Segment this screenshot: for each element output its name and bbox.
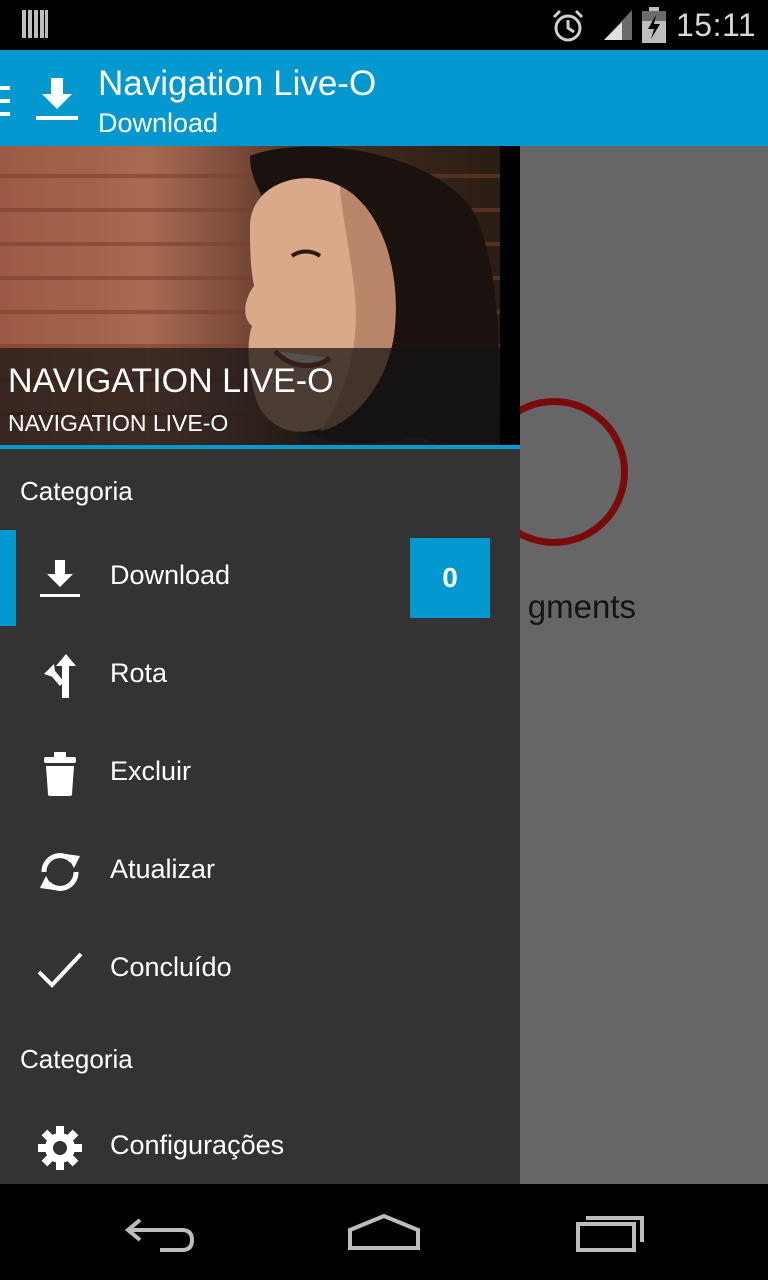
navigation-drawer: NAVIGATION LIVE-O NAVIGATION LIVE-O Cate… [0, 146, 520, 1184]
action-bar: Navigation Live-O Download [0, 50, 768, 146]
app-subtitle: Download [98, 108, 219, 138]
alarm-icon [552, 9, 584, 42]
drawer-header: NAVIGATION LIVE-O NAVIGATION LIVE-O [0, 146, 520, 449]
battery-charging-icon [642, 7, 666, 43]
nav-item-excluir[interactable]: Excluir [0, 726, 520, 822]
counter-badge: 0 [410, 538, 490, 618]
back-icon[interactable] [120, 1210, 200, 1254]
header-accent-line [0, 445, 520, 449]
nav-item-configuracoes[interactable]: Configurações [0, 1100, 520, 1184]
section-label-categoria-2: Categoria [20, 1044, 133, 1074]
nav-item-concluido[interactable]: Concluído [0, 922, 520, 1018]
nav-item-rota[interactable]: Rota [0, 628, 520, 724]
barcode-icon [22, 10, 48, 38]
system-navigation-bar [0, 1184, 768, 1280]
check-icon [37, 952, 83, 988]
home-icon[interactable] [344, 1210, 424, 1254]
nav-item-download[interactable]: Download 0 [0, 530, 520, 626]
recent-apps-icon[interactable] [572, 1210, 652, 1254]
menu-icon[interactable] [0, 86, 10, 116]
nav-item-label: Excluir [110, 756, 192, 786]
route-icon [44, 654, 76, 698]
download-icon [40, 560, 80, 597]
nav-item-atualizar[interactable]: Atualizar [0, 824, 520, 920]
section-label-categoria: Categoria [20, 476, 133, 506]
refresh-icon [40, 853, 80, 891]
nav-item-label: Download [110, 560, 231, 590]
app-title: Navigation Live-O [98, 64, 377, 103]
settings-gear-icon [38, 1126, 82, 1170]
download-icon[interactable] [34, 76, 80, 122]
trash-icon [44, 752, 76, 796]
drawer-header-title: NAVIGATION LIVE-O [8, 362, 334, 400]
selection-indicator [0, 530, 16, 626]
signal-icon [604, 10, 632, 40]
status-bar: 15:11 [0, 0, 768, 50]
nav-item-label: Rota [110, 658, 168, 688]
drawer-header-subtitle: NAVIGATION LIVE-O [8, 410, 229, 436]
status-time: 15:11 [676, 7, 757, 43]
nav-item-label: Configurações [110, 1130, 285, 1160]
nav-item-label: Atualizar [110, 854, 216, 884]
nav-item-label: Concluído [110, 952, 232, 982]
